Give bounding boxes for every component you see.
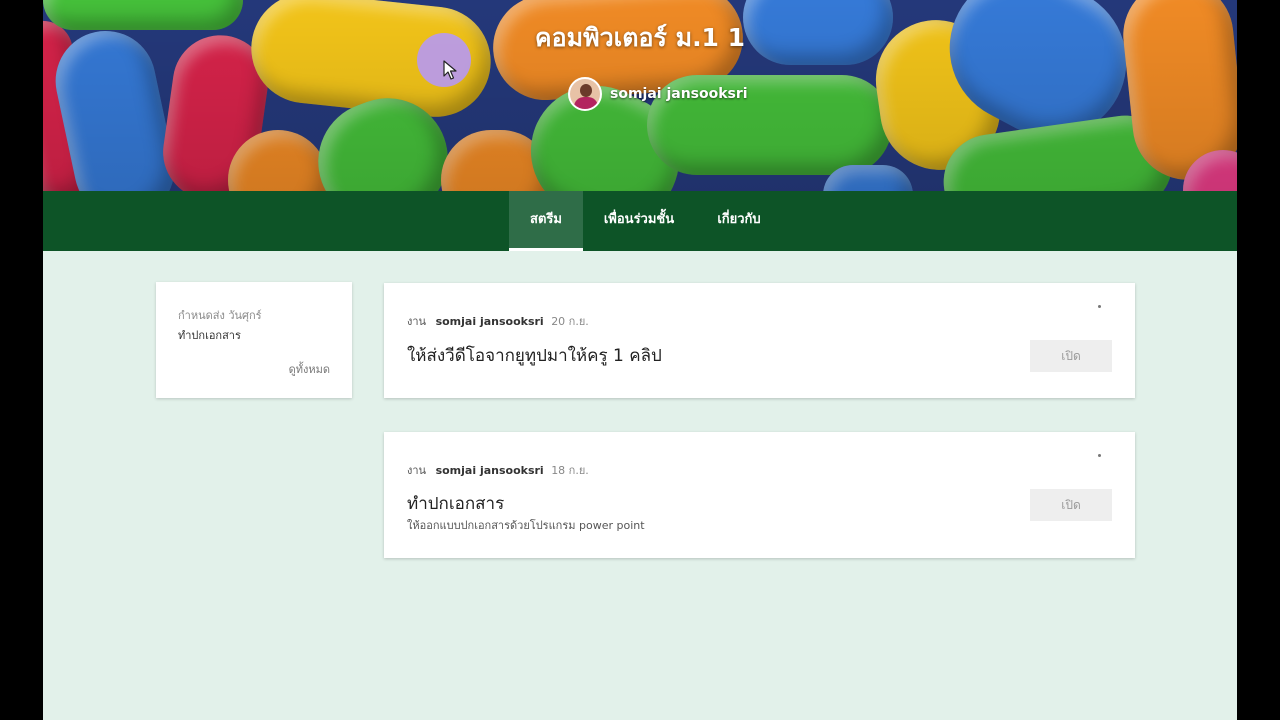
post-description: ให้ออกแบบปกเอกสารด้วยโปรแกรม power point	[407, 519, 645, 532]
post-title[interactable]: ทำปกเอกสาร	[407, 490, 504, 517]
class-title: คอมพิวเตอร์ ม.1 1	[534, 23, 746, 52]
upcoming-item-link[interactable]: ทำปกเอกสาร	[178, 326, 241, 344]
tab-about[interactable]: เกี่ยวกับ	[702, 191, 776, 251]
post-type: งาน	[407, 315, 427, 328]
upcoming-card: กำหนดส่ง วันศุกร์ ทำปกเอกสาร ดูทั้งหมด	[156, 282, 352, 398]
post-date: 20 ก.ย.	[551, 315, 589, 328]
post-meta: งาน somjai jansooksri 20 ก.ย.	[407, 312, 589, 330]
teacher-info: somjai jansooksri	[568, 76, 748, 112]
post-author: somjai jansooksri	[435, 464, 544, 477]
teacher-name: somjai jansooksri	[610, 86, 748, 102]
more-vertical-icon[interactable]	[1098, 454, 1101, 457]
more-vertical-icon[interactable]	[1098, 305, 1101, 308]
post-type: งาน	[407, 464, 427, 477]
open-button[interactable]: เปิด	[1030, 489, 1112, 521]
upcoming-due-label: กำหนดส่ง วันศุกร์	[178, 309, 262, 322]
class-banner: คอมพิวเตอร์ ม.1 1 somjai jansooksri	[43, 0, 1237, 191]
classroom-window: คอมพิวเตอร์ ม.1 1 somjai jansooksri สตรี…	[43, 0, 1237, 720]
post-author: somjai jansooksri	[435, 315, 544, 328]
teacher-avatar	[568, 77, 602, 111]
tab-classmates[interactable]: เพื่อนร่วมชั้น	[594, 191, 684, 251]
view-all-link[interactable]: ดูทั้งหมด	[289, 360, 330, 378]
post-title[interactable]: ให้ส่งวีดีโอจากยูทูปมาให้ครู 1 คลิป	[407, 342, 662, 369]
tab-stream[interactable]: สตรีม	[509, 191, 583, 251]
open-button[interactable]: เปิด	[1030, 340, 1112, 372]
post-date: 18 ก.ย.	[551, 464, 589, 477]
post-meta: งาน somjai jansooksri 18 ก.ย.	[407, 461, 589, 479]
tab-bar: สตรีม เพื่อนร่วมชั้น เกี่ยวกับ	[43, 191, 1237, 251]
post-card[interactable]: งาน somjai jansooksri 20 ก.ย. ให้ส่งวีดี…	[384, 283, 1135, 398]
post-card[interactable]: งาน somjai jansooksri 18 ก.ย. ทำปกเอกสาร…	[384, 432, 1135, 558]
mouse-pointer-icon	[443, 60, 457, 80]
